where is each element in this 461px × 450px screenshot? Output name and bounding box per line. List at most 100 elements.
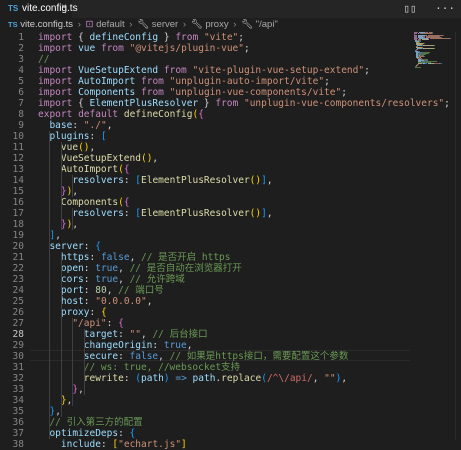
- code-line[interactable]: import { defineConfig } from "vite";: [38, 32, 244, 43]
- code-token: (): [78, 142, 90, 153]
- line-number: 27: [12, 318, 24, 329]
- code-token: "": [324, 373, 336, 384]
- code-token: ,: [186, 340, 193, 351]
- code-line[interactable]: optimizeDeps: {: [38, 428, 135, 439]
- typescript-file-icon: TS: [8, 4, 19, 13]
- code-token: false: [100, 252, 130, 263]
- breadcrumb-file[interactable]: vite.config.ts: [20, 19, 73, 30]
- code-token: true: [95, 263, 119, 274]
- code-line[interactable]: AutoImport({: [38, 164, 130, 175]
- code-token: true: [95, 274, 119, 285]
- code-line[interactable]: Components({: [38, 197, 130, 208]
- indent-guide: [83, 329, 85, 395]
- breadcrumb-item-api[interactable]: "/api": [256, 19, 278, 30]
- code-token: plugins: [49, 131, 90, 142]
- tab-label: vite.config.ts: [22, 3, 78, 14]
- code-line[interactable]: VueSetupExtend(),: [38, 153, 158, 164]
- minimap-token: [449, 38, 451, 39]
- code-token: ElementPlusResolver: [141, 208, 250, 219]
- code-line[interactable]: "/api": {: [38, 318, 124, 329]
- indent-guide: [72, 175, 74, 197]
- code-token: ,: [158, 351, 170, 362]
- line-number: 9: [18, 120, 24, 131]
- code-line[interactable]: include: ["echart.js"]: [38, 439, 187, 450]
- code-line[interactable]: // ws: true, //websocket支持: [38, 362, 240, 373]
- code-line[interactable]: host: "0.0.0.0",: [38, 296, 153, 307]
- code-token: :: [123, 175, 136, 186]
- line-number: 34: [12, 395, 24, 406]
- typescript-file-icon: TS: [8, 20, 18, 29]
- code-token: }: [158, 32, 176, 43]
- code-token: {: [72, 98, 90, 109]
- code-token: :: [83, 241, 96, 252]
- indent-guide: [49, 131, 51, 439]
- code-line[interactable]: target: "", // 后台接口: [38, 329, 208, 340]
- code-line[interactable]: port: 80, // 端口号: [38, 285, 164, 296]
- code-token: "unplugin-vue-components/resolvers": [243, 98, 445, 109]
- code-token: host: [60, 296, 84, 307]
- code-token: (): [249, 175, 262, 186]
- split-editor-icon[interactable]: ▯▯: [403, 2, 416, 15]
- code-token: import: [38, 65, 73, 76]
- code-token: Components: [78, 87, 136, 98]
- code-line[interactable]: // 引入第三方的配置: [38, 417, 142, 428]
- line-number: 22: [12, 263, 24, 274]
- code-line[interactable]: https: false, // 是否开启 https: [38, 252, 231, 263]
- close-icon[interactable]: ×: [61, 2, 67, 13]
- editor-actions: ▯▯ ···: [391, 2, 455, 15]
- code-line[interactable]: plugins: [: [38, 131, 106, 142]
- code-token: ]: [181, 439, 187, 450]
- code-line[interactable]: import VueSetupExtend from "vite-plugin-…: [38, 65, 370, 76]
- code-token: defineConfig: [89, 32, 159, 43]
- line-number: 1: [18, 32, 24, 43]
- code-line[interactable]: //: [38, 54, 49, 65]
- line-number: 32: [12, 373, 24, 384]
- code-line[interactable]: },: [38, 395, 72, 406]
- breadcrumb-item-default[interactable]: default: [96, 19, 125, 30]
- code-token: ,: [106, 120, 113, 131]
- code-line[interactable]: export default defineConfig({: [38, 109, 204, 120]
- code-line[interactable]: vue(),: [38, 142, 95, 153]
- code-line[interactable]: import { ElementPlusResolver } from "unp…: [38, 98, 450, 109]
- breadcrumb-item-server[interactable]: server: [152, 19, 178, 30]
- code-token: Components: [60, 197, 119, 208]
- line-number: 20: [12, 241, 24, 252]
- minimap-token: [417, 64, 419, 65]
- line-number: 4: [18, 65, 24, 76]
- code-token: ,: [106, 285, 119, 296]
- code-token: true: [163, 340, 187, 351]
- code-token: path: [141, 373, 164, 384]
- code-token: {: [198, 109, 204, 120]
- code-token: vue: [60, 142, 79, 153]
- code-token: (): [140, 153, 153, 164]
- minimap-token: [434, 45, 435, 46]
- minimap-token: [415, 67, 421, 68]
- code-line[interactable]: import AutoImport from "unplugin-auto-im…: [38, 76, 330, 87]
- code-token: ,: [118, 263, 130, 274]
- code-token: ,: [129, 252, 142, 263]
- minimap-token: [423, 48, 433, 49]
- code-token: proxy: [60, 307, 90, 318]
- indent-guide: [72, 318, 74, 406]
- chevron-right-icon: ›: [77, 19, 81, 30]
- tab-vite-config[interactable]: TS vite.config.ts ×: [0, 0, 78, 18]
- code-line[interactable]: import Components from "unplugin-vue-com…: [38, 87, 347, 98]
- more-actions-icon[interactable]: ···: [435, 2, 455, 15]
- code-line[interactable]: open: true, // 是否自动在浏览器打开: [38, 263, 242, 274]
- code-token: }: [198, 98, 216, 109]
- chevron-right-icon: ›: [129, 19, 133, 30]
- code-token: ;: [341, 87, 347, 98]
- code-line[interactable]: proxy: {: [38, 307, 107, 318]
- code-token: "unplugin-vue-components/vite": [169, 87, 342, 98]
- minimap[interactable]: [414, 32, 454, 72]
- code-token: AutoImport: [60, 164, 119, 175]
- code-line[interactable]: base: "./",: [38, 120, 112, 131]
- breadcrumb-item-proxy[interactable]: proxy: [205, 19, 228, 30]
- code-line[interactable]: import vue from "@vitejs/plugin-vue";: [38, 43, 250, 54]
- vertical-scrollbar[interactable]: [455, 32, 461, 440]
- code-line[interactable]: server: {: [38, 241, 101, 252]
